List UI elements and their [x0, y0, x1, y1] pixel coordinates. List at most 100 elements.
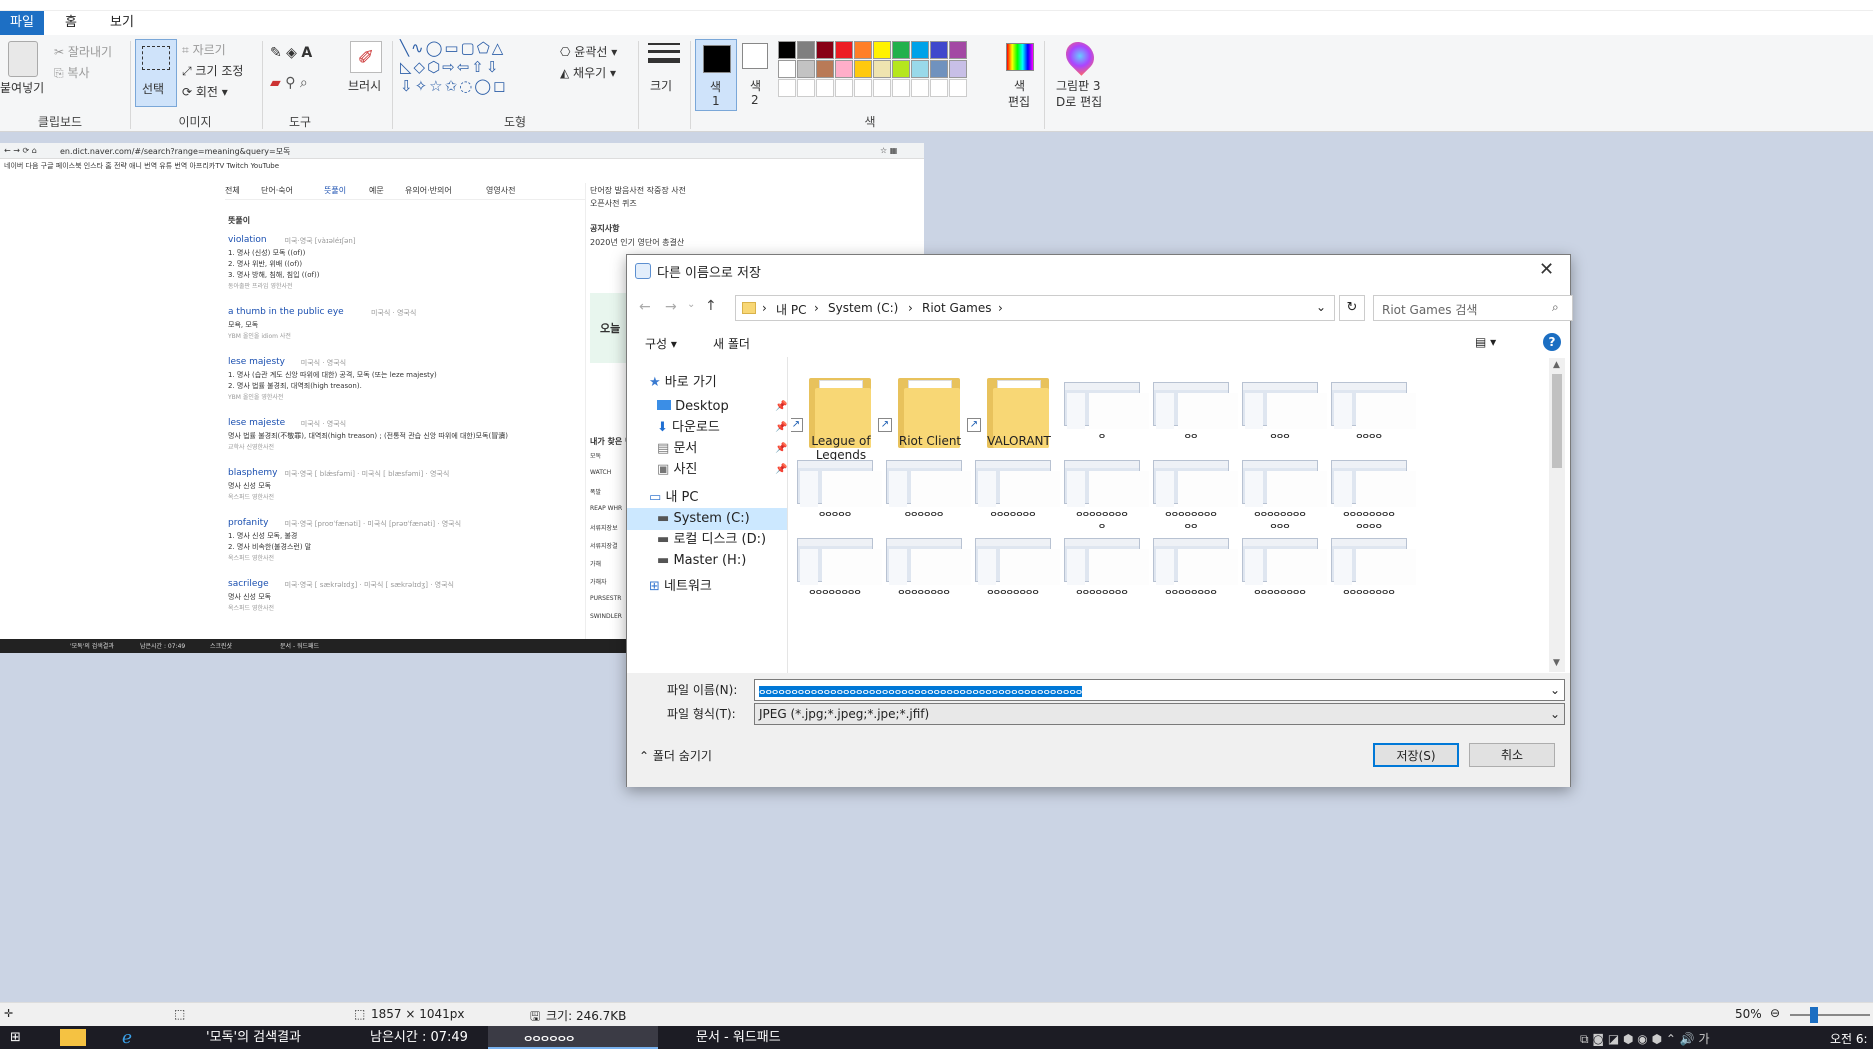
start-icon[interactable]: ⊞ [10, 1031, 24, 1045]
view-options-icon[interactable]: ▤ ▾ [1475, 335, 1496, 349]
rotate-button[interactable]: ⟳ 회전 ▾ [182, 83, 228, 100]
refresh-icon[interactable]: ↻ [1339, 295, 1365, 321]
empty-swatch[interactable] [778, 79, 796, 97]
chevron-down-icon[interactable]: ⌄ [1550, 704, 1560, 724]
outline-button[interactable]: ⎔ 윤곽선 ▾ [560, 43, 617, 60]
address-bar[interactable]: › 내 PC › System (C:) › Riot Games › ⌄ [735, 295, 1335, 321]
clipboard-icon[interactable] [8, 41, 38, 77]
chevron-down-icon[interactable]: ⌄ [1550, 680, 1560, 700]
entry-word[interactable]: blasphemy [228, 468, 277, 478]
select-button[interactable]: 선택 [135, 39, 177, 107]
empty-swatch[interactable] [930, 79, 948, 97]
color2-swatch[interactable] [742, 43, 768, 69]
color-swatch[interactable] [930, 41, 948, 59]
nav-pictures[interactable]: ▣ 사진 📌 [627, 459, 787, 481]
back-icon[interactable]: ← [639, 299, 651, 315]
nav-downloads[interactable]: ⬇ 다운로드 📌 [627, 417, 787, 439]
history-item[interactable]: 폭발 [590, 487, 601, 496]
save-button[interactable]: 저장(S) [1373, 743, 1459, 767]
dict-tab[interactable]: 전체 [225, 185, 240, 196]
pin-icon[interactable]: 📌 [775, 417, 787, 439]
image-file-item[interactable]: ⴰⴰⴰⴰⴰⴰⴰⴰ [973, 520, 1073, 618]
zoom-slider-thumb[interactable] [1810, 1007, 1818, 1023]
color-swatch[interactable] [854, 60, 872, 78]
color-swatch[interactable] [816, 60, 834, 78]
file-explorer-icon[interactable] [60, 1029, 86, 1046]
nav-system-c[interactable]: ▬ System (C:) [627, 508, 787, 530]
color-swatch[interactable] [778, 60, 796, 78]
dict-tab[interactable]: 뜻풀이 [324, 185, 346, 196]
resize-button[interactable]: ⤢ 크기 조정 [182, 62, 243, 79]
help-icon[interactable]: ? [1543, 333, 1561, 351]
color-swatch[interactable] [835, 41, 853, 59]
empty-swatch[interactable] [949, 79, 967, 97]
history-item[interactable]: PURSESTR [590, 595, 621, 602]
color-swatch[interactable] [816, 41, 834, 59]
image-file-item[interactable]: ⴰⴰⴰⴰⴰⴰⴰⴰ [1062, 520, 1162, 618]
entry-word[interactable]: profanity [228, 518, 268, 528]
breadcrumb-system-c[interactable]: System (C:) [828, 301, 898, 315]
edit-colors-icon[interactable] [1006, 43, 1034, 71]
color-swatch[interactable] [854, 41, 872, 59]
recent-dropdown-icon[interactable]: ⌄ [687, 299, 695, 310]
image-file-item[interactable]: ⴰⴰⴰⴰⴰⴰⴰⴰ [1240, 520, 1340, 618]
file-list-scrollbar[interactable]: ▲ ▼ [1549, 358, 1565, 672]
breadcrumb-this-pc[interactable]: 내 PC [776, 301, 806, 318]
tray-icons[interactable]: ⧉ ◙ ◪ ⬢ ◉ ⬢ ⌃ 🔊 가 [1580, 1030, 1710, 1047]
color-swatch[interactable] [911, 60, 929, 78]
empty-swatch[interactable] [911, 79, 929, 97]
empty-swatch[interactable] [873, 79, 891, 97]
size-icon[interactable] [648, 43, 680, 69]
filename-input[interactable]: ⴰⴰⴰⴰⴰⴰⴰⴰⴰⴰⴰⴰⴰⴰⴰⴰⴰⴰⴰⴰⴰⴰⴰⴰⴰⴰⴰⴰⴰⴰⴰⴰⴰⴰⴰⴰⴰⴰⴰⴰ… [754, 679, 1565, 701]
entry-word[interactable]: sacrilege [228, 579, 269, 589]
color1-button[interactable]: 색 1 [695, 39, 737, 111]
nav-network[interactable]: ⊞ 네트워크 [627, 576, 787, 598]
scroll-down-icon[interactable]: ▼ [1553, 658, 1560, 668]
color-swatch[interactable] [873, 41, 891, 59]
eraser-icon[interactable]: ▰ ⚲ ⌕ [270, 75, 308, 91]
tools-icons[interactable]: ✎ ◈ A [270, 45, 312, 61]
tab-home[interactable]: 홈 [55, 11, 87, 35]
color-swatch[interactable] [797, 60, 815, 78]
search-input[interactable]: Riot Games 검색 ⌕ [1373, 295, 1573, 321]
image-file-item[interactable]: ⴰⴰⴰⴰⴰⴰⴰⴰ [884, 520, 984, 618]
up-icon[interactable]: ↑ [705, 298, 717, 314]
empty-swatch[interactable] [892, 79, 910, 97]
new-folder-button[interactable]: 새 폴더 [713, 335, 750, 352]
forward-icon[interactable]: → [665, 299, 677, 315]
taskbar-wordpad[interactable]: 문서 - 워드패드 [660, 1026, 810, 1049]
color-swatch[interactable] [949, 41, 967, 59]
nav-this-pc[interactable]: ▭ 내 PC [627, 487, 787, 509]
history-item[interactable]: 서류지장보 [590, 523, 618, 532]
scroll-up-icon[interactable]: ▲ [1553, 360, 1560, 370]
nav-desktop[interactable]: Desktop 📌 [627, 396, 787, 418]
image-file-item[interactable]: ⴰⴰⴰⴰⴰⴰⴰⴰ [1151, 520, 1251, 618]
copy-button[interactable]: ⎘ 복사 [54, 64, 90, 81]
hide-folders-button[interactable]: ⌃ 폴더 숨기기 [639, 747, 712, 764]
entry-word[interactable]: violation [228, 235, 267, 245]
taskbar-chrome[interactable]: '모독'의 검색결과 [170, 1026, 330, 1049]
nav-master-h[interactable]: ▬ Master (H:) [627, 550, 787, 572]
fill-button[interactable]: ◭ 채우기 ▾ [560, 64, 616, 81]
color-swatch[interactable] [911, 41, 929, 59]
crop-button[interactable]: ⌗ 자르기 [182, 41, 226, 58]
breadcrumb-riot-games[interactable]: Riot Games [922, 301, 992, 315]
color-swatch[interactable] [892, 60, 910, 78]
dict-tab[interactable]: 유의어·반의어 [405, 185, 452, 196]
dict-tab[interactable]: 예문 [369, 185, 384, 196]
pin-icon[interactable]: 📌 [775, 438, 787, 460]
organize-button[interactable]: 구성 ▾ [645, 335, 677, 352]
taskbar-paint[interactable]: ⴰⴰⴰⴰⴰⴰ [488, 1026, 658, 1049]
color-swatch[interactable] [930, 60, 948, 78]
history-item[interactable]: WATCH [590, 469, 611, 476]
filetype-select[interactable]: JPEG (*.jpg;*.jpeg;*.jpe;*.jfif) ⌄ [754, 703, 1565, 725]
color-swatch[interactable] [873, 60, 891, 78]
zoom-slider[interactable] [1790, 1014, 1870, 1016]
size-button[interactable]: 크기 [650, 77, 672, 94]
history-item[interactable]: 모독 [590, 451, 601, 460]
taskbar-timer[interactable]: 남은시간 : 07:49 [334, 1026, 484, 1049]
history-item[interactable]: 서류지장결 [590, 541, 618, 550]
cancel-button[interactable]: 취소 [1469, 743, 1555, 767]
history-item[interactable]: 가해자 [590, 577, 607, 586]
text-tool-icon[interactable]: A [301, 45, 312, 61]
